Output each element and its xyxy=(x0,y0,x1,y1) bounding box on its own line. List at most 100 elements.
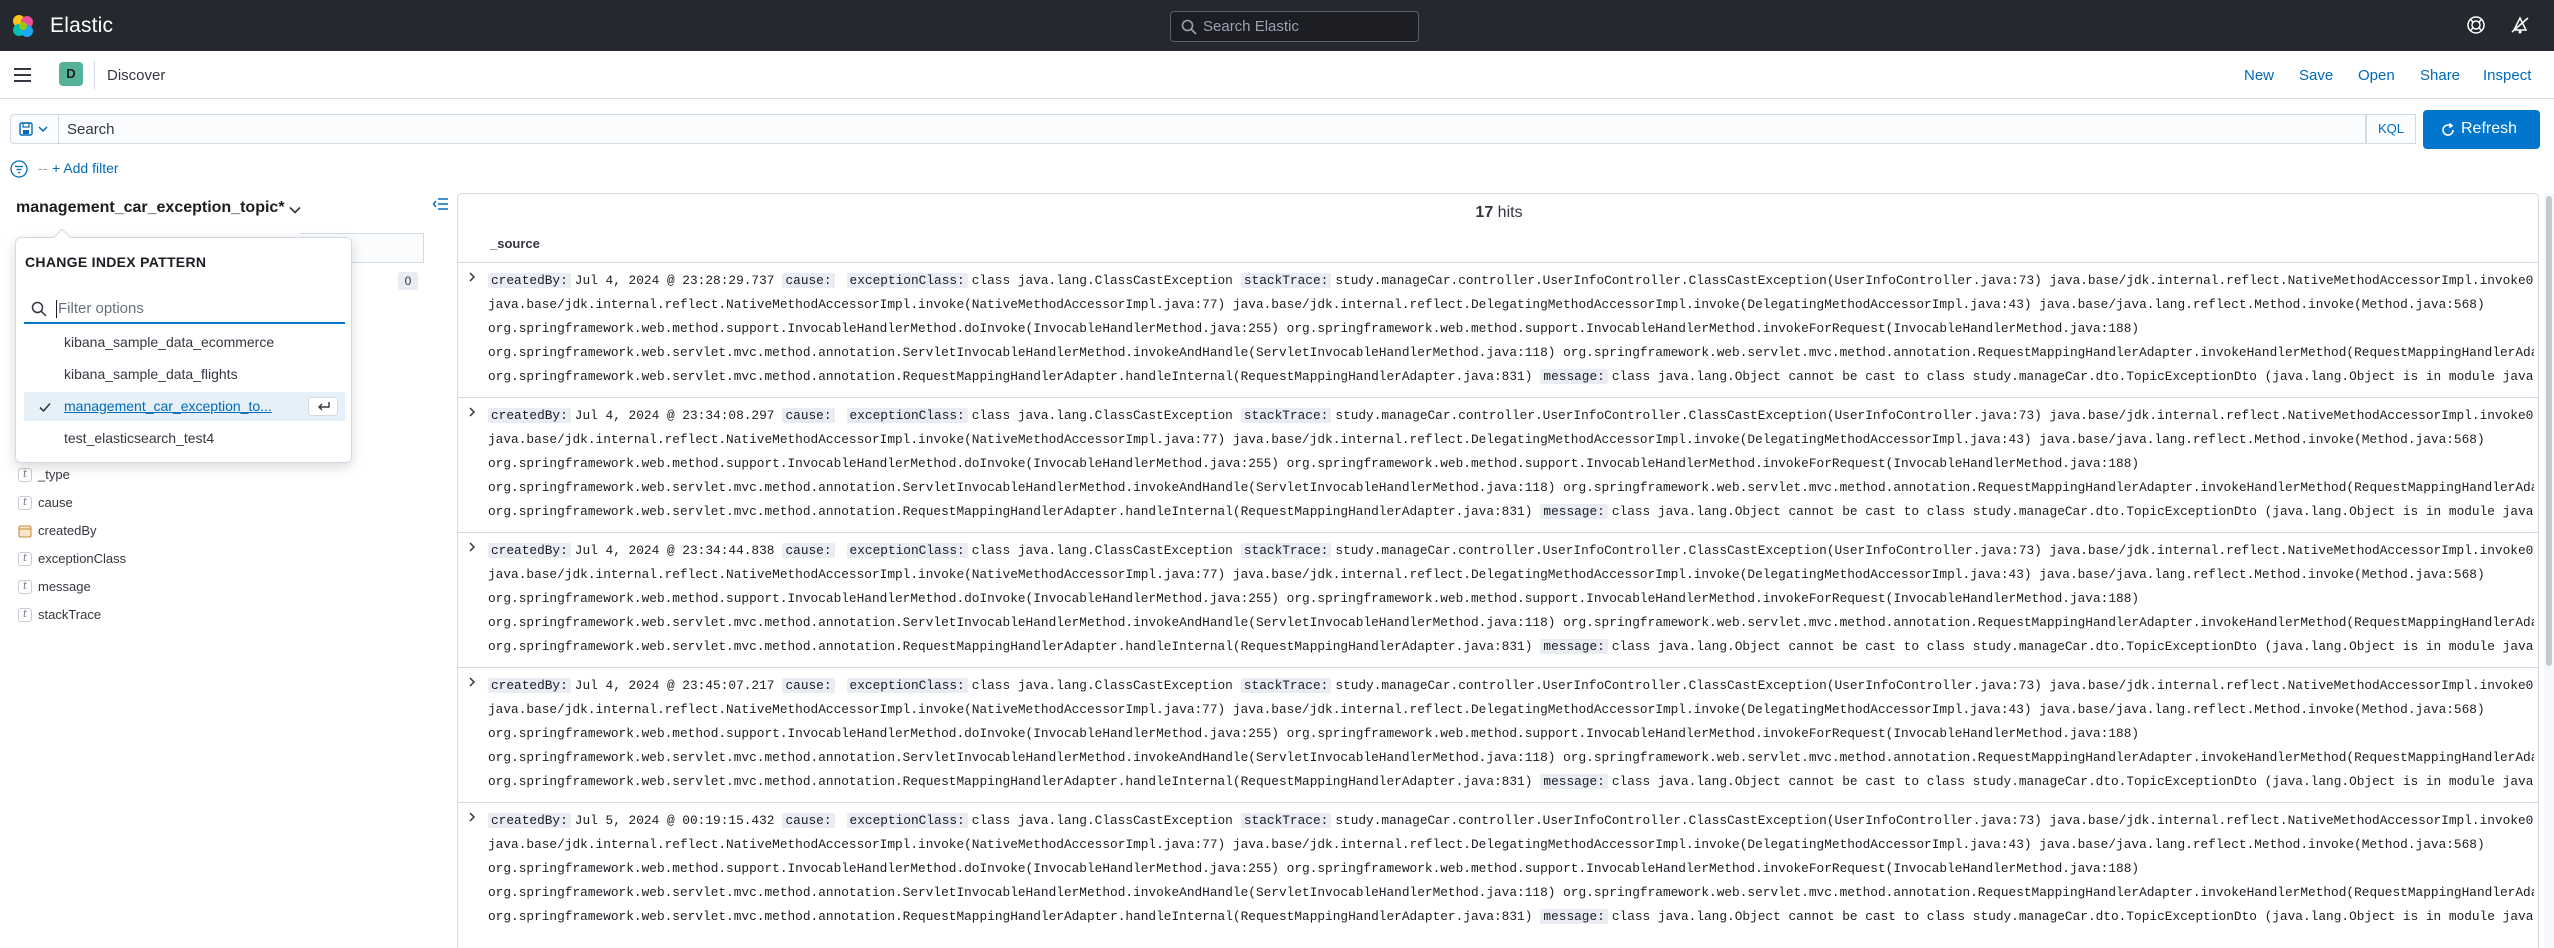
expand-row-icon[interactable] xyxy=(466,541,478,553)
index-option[interactable]: kibana_sample_data_ecommerce xyxy=(24,328,345,357)
field-value: Jul 4, 2024 @ 23:28:29.737 xyxy=(574,273,775,288)
source-line: org.springframework.web.servlet.mvc.meth… xyxy=(488,615,2534,630)
table-row[interactable]: createdBy: Jul 4, 2024 @ 23:34:08.297 caus… xyxy=(458,397,2538,532)
change-index-pattern-popover: CHANGE INDEX PATTERN Filter options kiba… xyxy=(15,228,352,463)
field-value: class java.lang.ClassCastException xyxy=(971,678,1233,693)
field-item[interactable]: t stackTrace xyxy=(18,606,101,626)
expand-row-icon[interactable] xyxy=(466,271,478,283)
table-row[interactable]: createdBy: Jul 4, 2024 @ 23:34:44.838 caus… xyxy=(458,532,2538,667)
field-key: exceptionClass: xyxy=(846,678,968,693)
source-line: org.springframework.web.method.support.I… xyxy=(488,861,2140,876)
source-line: createdBy: Jul 4, 2024 @ 23:34:44.838 caus… xyxy=(488,539,2534,563)
expand-row-icon[interactable] xyxy=(466,811,478,823)
field-name: stackTrace xyxy=(38,607,102,623)
open-link[interactable]: Open xyxy=(2358,67,2395,84)
field-value: class java.lang.Object cannot be cast to… xyxy=(1611,504,2534,519)
field-item[interactable]: t _type xyxy=(18,466,70,486)
source-line: org.springframework.web.servlet.mvc.meth… xyxy=(488,365,2534,389)
search-icon xyxy=(1181,19,1197,35)
source-line: org.springframework.web.servlet.mvc.meth… xyxy=(488,345,2534,360)
source-line: createdBy: Jul 5, 2024 @ 00:19:15.432 caus… xyxy=(488,809,2534,833)
field-value: study.manageCar.controller.UserInfoContr… xyxy=(1335,813,2534,828)
field-value: Jul 4, 2024 @ 23:34:08.297 xyxy=(574,408,775,423)
filter-options-input[interactable]: Filter options xyxy=(24,294,345,324)
popover-arrow xyxy=(53,228,71,246)
field-value: study.manageCar.controller.UserInfoContr… xyxy=(1335,543,2534,558)
saved-query-button[interactable] xyxy=(10,114,58,144)
brand-name[interactable]: Elastic xyxy=(50,14,113,38)
field-key: cause: xyxy=(782,543,835,558)
divider xyxy=(94,61,95,89)
index-option-label: kibana_sample_data_ecommerce xyxy=(64,334,275,350)
field-key: cause: xyxy=(782,813,835,828)
chevron-down-icon[interactable] xyxy=(288,203,302,217)
field-value: Jul 4, 2024 @ 23:45:07.217 xyxy=(574,678,775,693)
global-search-input[interactable]: Search Elastic xyxy=(1170,11,1419,42)
field-item[interactable]: t message xyxy=(18,578,91,598)
refresh-button[interactable]: Refresh xyxy=(2423,110,2540,149)
popover-title: CHANGE INDEX PATTERN xyxy=(25,254,207,270)
source-line: org.springframework.web.method.support.I… xyxy=(488,456,2140,471)
help-icon[interactable] xyxy=(2466,15,2486,35)
source-line: org.springframework.web.method.support.I… xyxy=(488,321,2140,336)
app-bar: D Discover New Save Open Share Inspect xyxy=(0,51,2554,99)
newsfeed-icon[interactable] xyxy=(2510,15,2530,35)
expand-row-icon[interactable] xyxy=(466,676,478,688)
menu-icon[interactable] xyxy=(12,65,34,85)
query-placeholder: Search xyxy=(67,121,115,138)
index-option-label: test_elasticsearch_test4 xyxy=(64,430,215,446)
field-key: cause: xyxy=(782,678,835,693)
string-field-icon: t xyxy=(18,551,32,566)
field-name: createdBy xyxy=(38,523,97,539)
source-line: org.springframework.web.method.support.I… xyxy=(488,591,2140,606)
selected-fields-count: 0 xyxy=(398,272,418,290)
add-filter-button[interactable]: + Add filter xyxy=(52,160,119,176)
inspect-link[interactable]: Inspect xyxy=(2483,67,2531,84)
field-key: stackTrace: xyxy=(1240,543,1332,558)
source-line: org.springframework.web.servlet.mvc.meth… xyxy=(488,500,2534,524)
field-item[interactable]: t cause xyxy=(18,494,73,514)
field-value: org.springframework.web.servlet.mvc.meth… xyxy=(488,369,1533,384)
filter-icon[interactable] xyxy=(10,160,28,178)
index-option[interactable]: kibana_sample_data_flights xyxy=(24,360,345,389)
table-row[interactable]: createdBy: Jul 4, 2024 @ 23:45:07.217 caus… xyxy=(458,667,2538,802)
field-value: study.manageCar.controller.UserInfoContr… xyxy=(1335,273,2534,288)
field-key: message: xyxy=(1540,504,1608,519)
text-cursor xyxy=(56,300,57,318)
field-key: exceptionClass: xyxy=(846,408,968,423)
index-option-selected[interactable]: management_car_exception_to... xyxy=(24,392,345,421)
source-line: org.springframework.web.servlet.mvc.meth… xyxy=(488,635,2534,659)
space-avatar[interactable]: D xyxy=(59,62,83,86)
query-input[interactable]: Search xyxy=(58,114,2366,144)
source-document: createdBy: Jul 5, 2024 @ 00:19:15.432 caus… xyxy=(488,809,2534,935)
share-link[interactable]: Share xyxy=(2420,67,2460,84)
expand-row-icon[interactable] xyxy=(466,406,478,418)
source-line: org.springframework.web.servlet.mvc.meth… xyxy=(488,885,2534,900)
global-search-placeholder: Search Elastic xyxy=(1203,18,1299,35)
field-key: message: xyxy=(1540,774,1608,789)
elastic-logo-icon[interactable] xyxy=(10,13,36,39)
index-pattern-title[interactable]: management_car_exception_topic* xyxy=(16,199,285,217)
table-row[interactable]: createdBy: Jul 4, 2024 @ 23:28:29.737 caus… xyxy=(458,262,2538,397)
enter-key-hint xyxy=(308,397,338,416)
table-row[interactable]: createdBy: Jul 5, 2024 @ 00:19:15.432 caus… xyxy=(458,802,2538,937)
save-link[interactable]: Save xyxy=(2299,67,2333,84)
field-value: study.manageCar.controller.UserInfoContr… xyxy=(1335,678,2534,693)
new-link[interactable]: New xyxy=(2244,67,2274,84)
source-line: createdBy: Jul 4, 2024 @ 23:34:08.297 caus… xyxy=(488,404,2534,428)
index-option[interactable]: test_elasticsearch_test4 xyxy=(24,424,345,453)
string-field-icon: t xyxy=(18,467,32,482)
source-document: createdBy: Jul 4, 2024 @ 23:28:29.737 caus… xyxy=(488,269,2534,395)
field-item[interactable]: t exceptionClass xyxy=(18,550,126,570)
source-line: java.base/jdk.internal.reflect.NativeMet… xyxy=(488,837,2485,852)
collapse-sidebar-icon[interactable] xyxy=(432,195,450,213)
field-value: org.springframework.web.servlet.mvc.meth… xyxy=(488,639,1533,654)
query-language-toggle[interactable]: KQL xyxy=(2366,114,2416,144)
source-line: org.springframework.web.servlet.mvc.meth… xyxy=(488,905,2534,929)
source-line: java.base/jdk.internal.reflect.NativeMet… xyxy=(488,432,2485,447)
field-key: createdBy: xyxy=(488,273,571,288)
field-value: Jul 4, 2024 @ 23:34:44.838 xyxy=(574,543,775,558)
field-value: class java.lang.ClassCastException xyxy=(971,408,1233,423)
field-item[interactable]: createdBy xyxy=(18,522,97,542)
scrollbar-thumb[interactable] xyxy=(2546,196,2552,666)
